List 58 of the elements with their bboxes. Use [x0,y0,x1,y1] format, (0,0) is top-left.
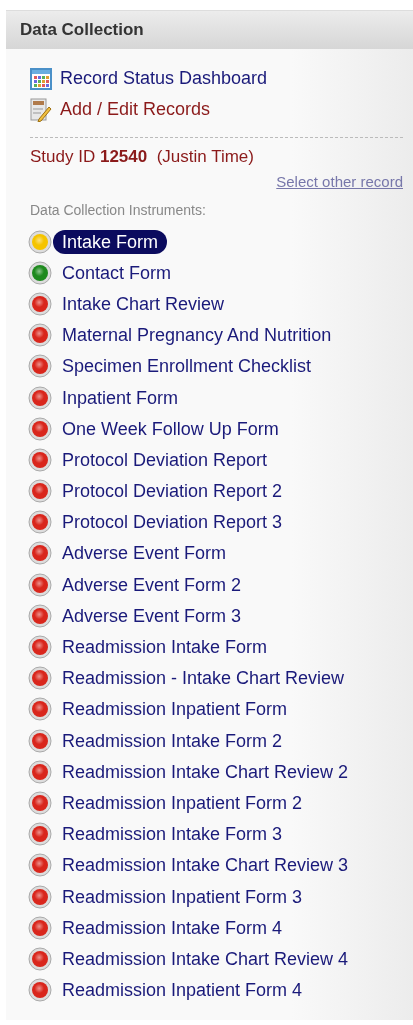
status-dot-icon [28,946,52,971]
instrument-link[interactable]: Protocol Deviation Report 2 [53,479,292,504]
instrument-link[interactable]: Readmission Intake Chart Review 2 [53,759,358,784]
status-dot-icon [28,728,52,753]
grid-calendar-icon [30,67,52,90]
status-dot-icon [28,479,52,504]
status-dot-icon [28,447,52,472]
instrument-link[interactable]: Intake Chart Review [53,291,234,316]
status-dot-icon [28,510,52,535]
status-dot-icon [28,822,52,847]
status-dot-icon [28,416,52,441]
nav-link[interactable]: Add / Edit Records [60,94,211,125]
instrument-link[interactable]: Readmission - Intake Chart Review [53,666,354,691]
status-dot-icon [28,884,52,909]
status-dot-icon [28,759,52,784]
instrument-link[interactable]: Readmission Inpatient Form [53,697,297,722]
status-dot-icon [28,978,52,1003]
instrument-link[interactable]: Readmission Inpatient Form 3 [53,884,312,909]
instrument-link[interactable]: Readmission Inpatient Form 2 [53,790,312,815]
status-dot-icon [28,603,52,628]
status-dot-icon [28,354,52,379]
select-record-link[interactable]: Select other record [276,173,403,190]
notepad-pencil-icon [30,97,52,122]
status-dot-icon [28,790,52,815]
instrument-link[interactable]: Readmission Intake Chart Review 3 [53,853,358,878]
status-dot-icon [28,635,52,660]
instrument-link[interactable]: Inpatient Form [53,385,188,410]
status-dot-icon [28,385,52,410]
instrument-link[interactable]: Intake Form [53,229,168,254]
instrument-link[interactable]: Adverse Event Form [53,541,236,566]
instrument-link[interactable]: Readmission Intake Form 3 [53,822,292,847]
instrument-link[interactable]: Readmission Intake Form 2 [53,728,292,753]
panel-title: Data Collection [20,19,144,42]
instrument-link[interactable]: Maternal Pregnancy And Nutrition [53,323,341,348]
instrument-link[interactable]: Adverse Event Form 3 [53,603,251,628]
status-dot-icon [28,291,52,316]
nav-link[interactable]: Record Status Dashboard [60,63,268,94]
instrument-link[interactable]: Specimen Enrollment Checklist [53,354,321,379]
status-dot-icon [28,323,52,348]
status-dot-icon [28,572,52,597]
status-dot-icon [28,853,52,878]
status-dot-icon [28,697,52,722]
instrument-link[interactable]: Adverse Event Form 2 [53,572,251,597]
record-info: Study ID 12540 (Justin Time) [30,146,255,168]
status-dot-icon [28,229,52,254]
instrument-link[interactable]: Protocol Deviation Report [53,447,277,472]
status-dot-icon [28,915,52,940]
instrument-link[interactable]: Readmission Inpatient Form 4 [53,978,312,1003]
instrument-link[interactable]: Readmission Intake Form [53,635,277,660]
instrument-link[interactable]: Readmission Intake Chart Review 4 [53,946,358,971]
instrument-link[interactable]: Readmission Intake Form 4 [53,915,292,940]
status-dot-icon [28,260,52,285]
section-label: Data Collection Instruments: [30,201,207,220]
status-dot-icon [28,541,52,566]
instrument-link[interactable]: Protocol Deviation Report 3 [53,510,292,535]
instrument-link[interactable]: Contact Form [53,260,181,285]
instrument-link[interactable]: One Week Follow Up Form [53,416,288,441]
status-dot-icon [28,666,52,691]
